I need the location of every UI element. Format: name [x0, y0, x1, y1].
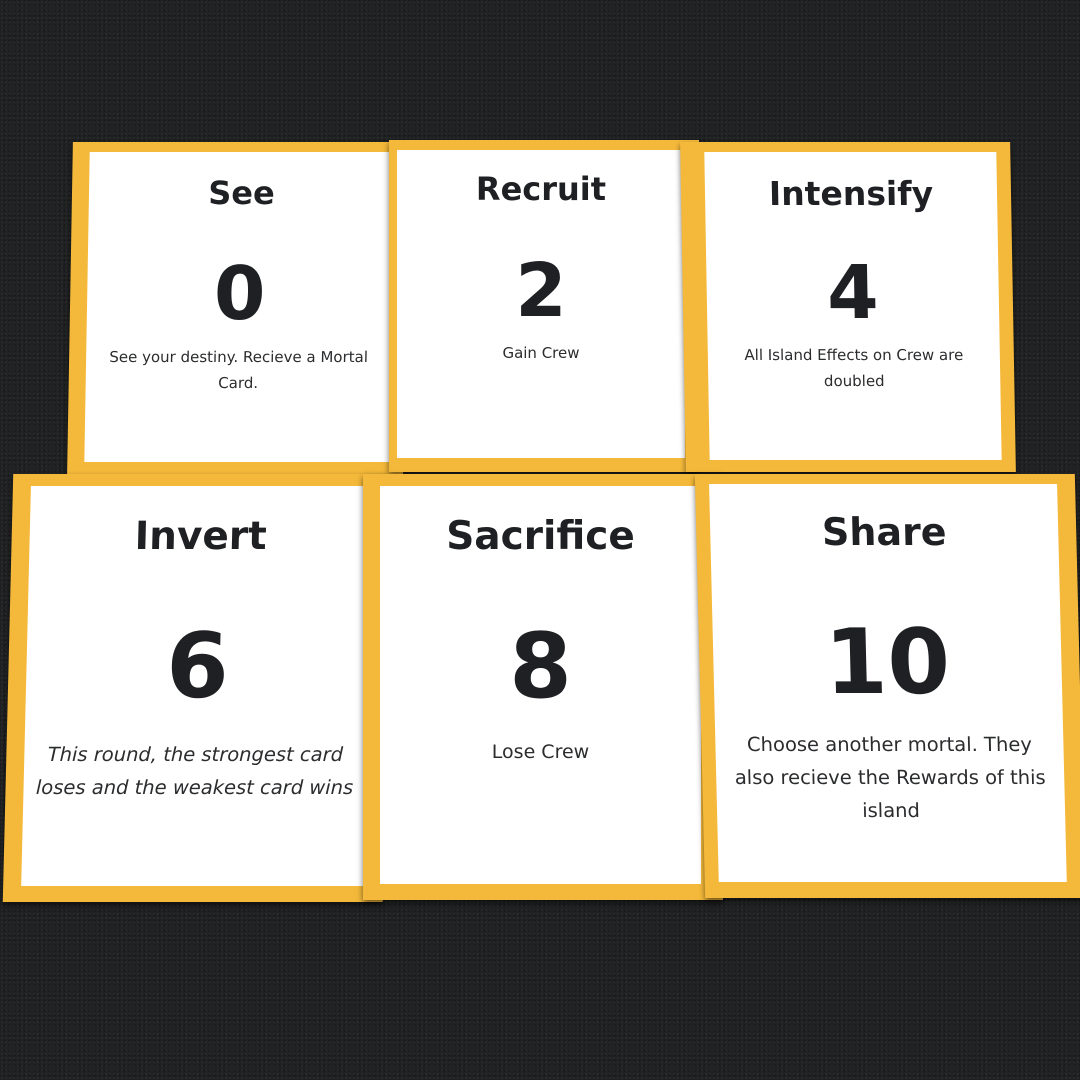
card-title: Intensify [768, 174, 934, 213]
card-description: All Island Effects on Crew are doubled [744, 346, 964, 390]
card-intensify[interactable]: Intensify 4 All Island Effects on Crew a… [680, 142, 1016, 472]
card-face: Share 10 Choose another mortal. They als… [709, 484, 1067, 882]
card-see[interactable]: See 0 See your destiny. Recieve a Mortal… [67, 142, 409, 474]
card-face: Invert 6 This round, the strongest card … [21, 486, 373, 886]
card-title: Sacrifice [446, 514, 635, 559]
card-description: This round, the strongest card loses and… [35, 743, 354, 799]
card-value: 8 [509, 614, 572, 719]
card-share[interactable]: Share 10 Choose another mortal. They als… [694, 474, 1080, 898]
card-value: 0 [213, 251, 267, 337]
card-description: Lose Crew [491, 741, 590, 763]
card-description: See your destiny. Recieve a Mortal Card. [109, 348, 369, 392]
card-sacrifice[interactable]: Sacrifice 8 Lose Crew [363, 474, 723, 900]
card-title: Recruit [475, 170, 607, 208]
card-value: 2 [515, 248, 567, 334]
card-face: See 0 See your destiny. Recieve a Mortal… [84, 152, 395, 462]
card-title: See [207, 174, 276, 212]
card-face: Recruit 2 Gain Crew [397, 150, 685, 458]
card-recruit[interactable]: Recruit 2 Gain Crew [389, 140, 699, 472]
card-invert[interactable]: Invert 6 This round, the strongest card … [2, 474, 394, 902]
card-value: 6 [164, 614, 231, 719]
game-table: See 0 See your destiny. Recieve a Mortal… [0, 0, 1080, 1080]
card-face: Sacrifice 8 Lose Crew [380, 486, 701, 884]
card-value: 4 [826, 250, 880, 336]
card-description: Choose another mortal. They also recieve… [734, 733, 1046, 822]
card-face: Intensify 4 All Island Effects on Crew a… [704, 152, 1002, 460]
card-description: Gain Crew [502, 344, 580, 362]
card-title: Share [821, 510, 948, 554]
card-title: Invert [134, 514, 268, 559]
card-value: 10 [823, 610, 952, 715]
